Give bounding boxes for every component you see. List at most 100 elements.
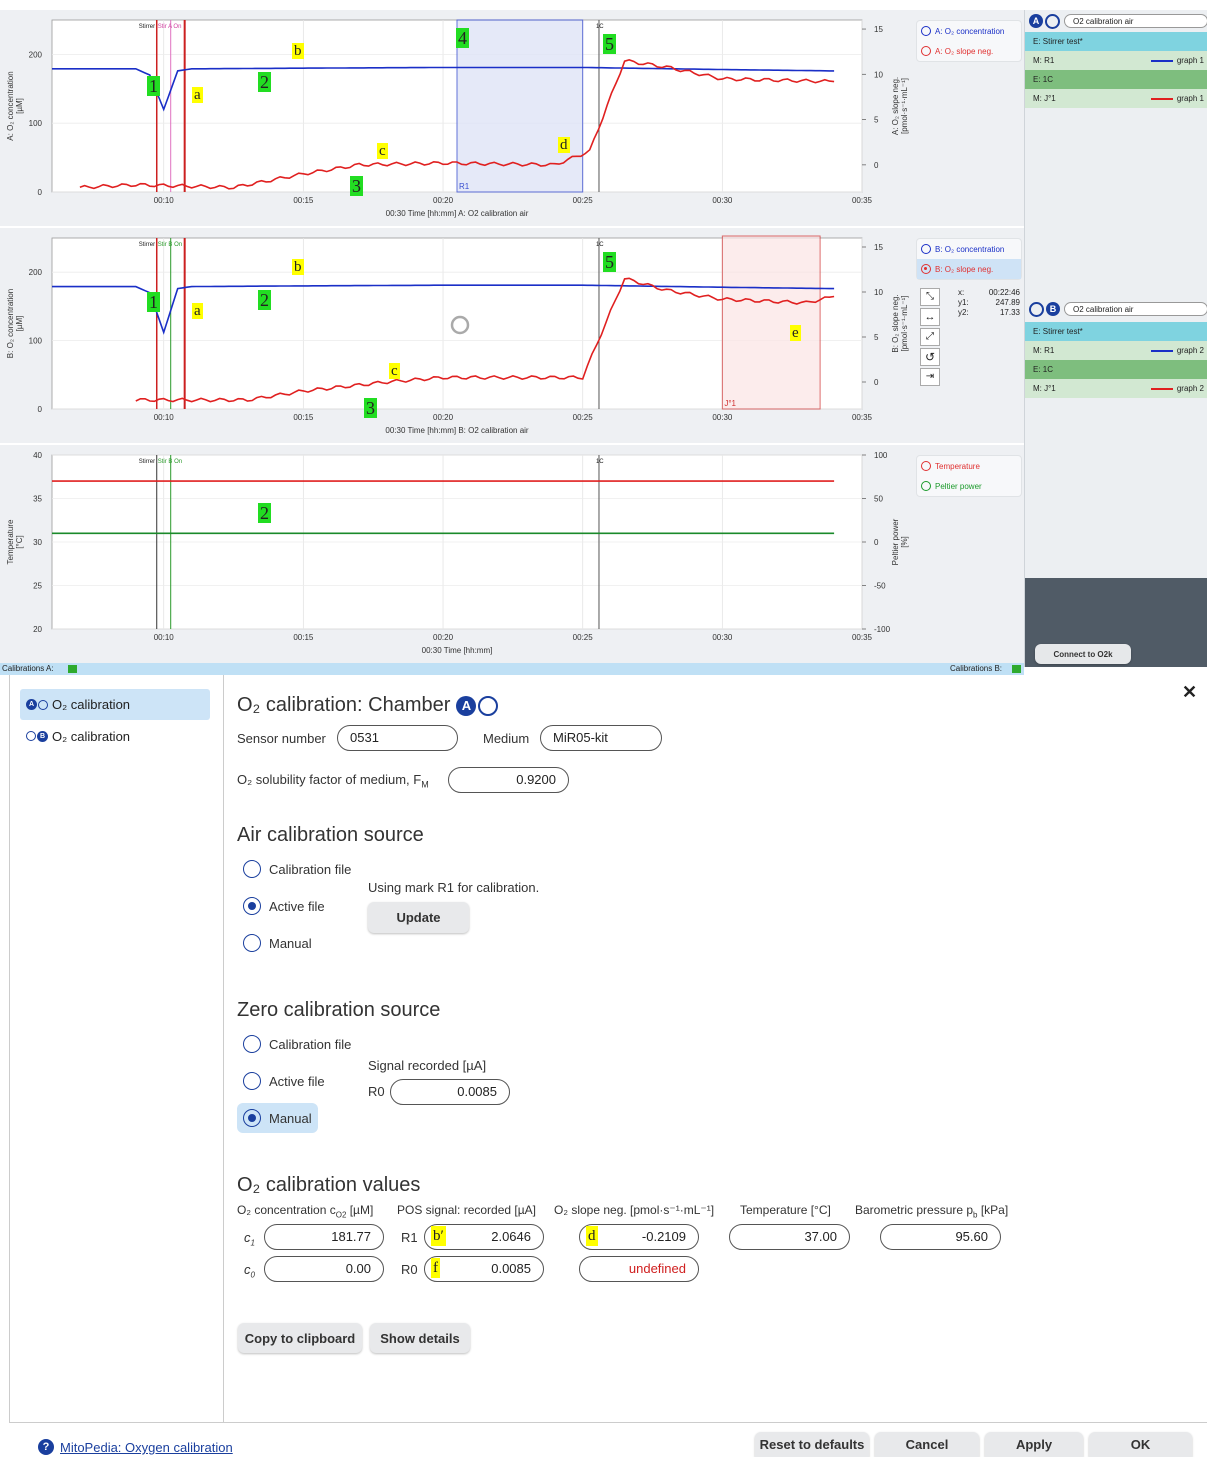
calibrations-b-label: Calibrations B: — [950, 664, 1003, 673]
barometric-field[interactable]: 95.60 — [880, 1224, 1001, 1250]
plot-panel-c[interactable]: 00:10 00:15 00:20 00:25 00:30 00:35 00:30 Time… — [0, 445, 1024, 663]
chamber-b-title-field[interactable]: O2 calibration air — [1064, 302, 1207, 316]
x-tick-label: 00:25 — [573, 633, 594, 642]
y-axis-title-left: Temperature — [6, 519, 15, 564]
x-tick-label: 00:35 — [852, 413, 873, 422]
circle-icon — [921, 481, 931, 491]
ok-button[interactable]: OK — [1089, 1432, 1192, 1457]
r0-field[interactable]: 0.0085 — [390, 1079, 510, 1105]
sensor-number-label: Sensor number — [237, 731, 326, 746]
annotation-f: f — [431, 1258, 440, 1278]
chamber-b-badge-icon: B — [37, 730, 48, 742]
air-option-calibration-file[interactable]: Calibration file — [237, 854, 357, 884]
r0-row-label: R0 — [401, 1262, 418, 1277]
export-icon[interactable]: ⇥ — [920, 368, 940, 386]
slope-c1-field[interactable]: d -0.2109 — [579, 1224, 699, 1250]
x-tick-label: 00:20 — [433, 196, 454, 205]
y-axis-title-left: A: O₂ concentration — [6, 71, 15, 140]
y-tick-label-left: 0 — [38, 405, 43, 414]
mitopedia-link[interactable]: MitoPedia: Oxygen calibration — [60, 1440, 233, 1455]
connect-button[interactable]: Connect to O2k — [1035, 644, 1131, 664]
sensor-number-field[interactable]: 0531 — [337, 725, 458, 751]
radio-icon — [243, 934, 261, 952]
solubility-field[interactable]: 0.9200 — [448, 767, 569, 793]
c1-concentration-field[interactable]: 181.77 — [264, 1224, 384, 1250]
legend-item-a-concentration[interactable]: A: O₂ concentration — [917, 21, 1021, 41]
chart-a[interactable]: 00:10 00:15 00:20 00:25 00:30 00:35 00:30 Time… — [0, 10, 916, 226]
r0-signal-field[interactable]: f 0.0085 — [424, 1256, 544, 1282]
calibration-b-indicator[interactable] — [1012, 665, 1021, 673]
copy-to-clipboard-button[interactable]: Copy to clipboard — [238, 1323, 362, 1353]
apply-button[interactable]: Apply — [985, 1432, 1083, 1457]
mark-list-item[interactable]: M: R1 graph 1 — [1025, 51, 1207, 70]
mark-list-label: M: J°1 — [1033, 94, 1056, 103]
header-temperature: Temperature [°C] — [740, 1203, 831, 1217]
chart-b[interactable]: 00:10 00:15 00:20 00:25 00:30 00:35 00:30 Time… — [0, 228, 916, 443]
mark-j1-label: J°1 — [724, 399, 736, 408]
legend-item-a-slope[interactable]: A: O₂ slope neg. — [917, 41, 1021, 61]
chamber-a-title-field[interactable]: O2 calibration air — [1064, 14, 1207, 28]
r1-signal-field[interactable]: b′ 2.0646 — [424, 1224, 544, 1250]
x-axis-label: 00:30 Time [hh:mm] — [422, 646, 493, 655]
zoom-horizontal-icon[interactable]: ↔ — [920, 308, 940, 326]
mark-list-label: E: 1C — [1033, 365, 1054, 374]
plot-panel-b[interactable]: 00:10 00:15 00:20 00:25 00:30 00:35 00:30 Time… — [0, 228, 1024, 443]
legend-item-peltier[interactable]: Peltier power — [917, 476, 1021, 496]
cancel-button[interactable]: Cancel — [875, 1432, 979, 1457]
connect-area: Connect to O2k — [1025, 578, 1207, 667]
mark-list-item[interactable]: E: Stirrer test* — [1025, 322, 1207, 341]
annotation-d: d — [586, 1226, 598, 1246]
zoom-fit-icon[interactable]: ⤡ — [920, 288, 940, 306]
mark-list-item[interactable]: M: R1 graph 2 — [1025, 341, 1207, 360]
sidebar-item-chamber-b[interactable]: B O₂ calibration — [20, 722, 210, 750]
zoom-in-icon[interactable]: ⤢ — [920, 328, 940, 346]
air-note: Using mark R1 for calibration. — [368, 880, 540, 895]
y-tick-label-right: 10 — [874, 288, 883, 297]
event-label-1c: 1C — [596, 459, 604, 465]
y-tick-label-left: 100 — [29, 337, 43, 346]
close-icon[interactable]: ✕ — [1182, 682, 1197, 703]
temperature-field[interactable]: 37.00 — [729, 1224, 850, 1250]
event-label-stir-on: Stir B On — [158, 459, 182, 465]
medium-field[interactable]: MiR05-kit — [540, 725, 662, 751]
mark-list-item[interactable]: E: 1C — [1025, 360, 1207, 379]
mark-list-item[interactable]: E: 1C — [1025, 70, 1207, 89]
slope-c0-field[interactable]: undefined — [579, 1256, 699, 1282]
y-axis-title-right: Peltier power — [891, 518, 900, 565]
mark-list-item[interactable]: M: J°1 graph 1 — [1025, 89, 1207, 108]
undo-icon[interactable]: ↺ — [920, 348, 940, 366]
mark-list-item[interactable]: M: J°1 graph 2 — [1025, 379, 1207, 398]
annotation-5: 5 — [603, 252, 616, 272]
air-option-active-file[interactable]: Active file — [237, 891, 331, 921]
zero-option-calibration-file[interactable]: Calibration file — [237, 1029, 357, 1059]
annotation-5: 5 — [603, 34, 616, 54]
y-tick-label-right: 50 — [874, 495, 883, 504]
chamber-a-header: A O2 calibration air — [1025, 10, 1207, 32]
legend-item-b-slope[interactable]: B: O₂ slope neg. — [917, 259, 1021, 279]
radio-icon — [243, 860, 261, 878]
chamber-b-header: B O2 calibration air — [1025, 298, 1207, 320]
y-tick-label-right: 0 — [874, 378, 879, 387]
reset-to-defaults-button[interactable]: Reset to defaults — [755, 1432, 869, 1457]
mark-list-label: E: Stirrer test* — [1033, 37, 1083, 46]
sidebar-item-chamber-a[interactable]: A O₂ calibration — [20, 689, 210, 720]
chart-c[interactable]: 00:10 00:15 00:20 00:25 00:30 00:35 00:30 Time… — [0, 445, 916, 663]
update-button[interactable]: Update — [368, 902, 469, 933]
zero-option-active-file[interactable]: Active file — [237, 1066, 331, 1096]
mark-list-label: M: R1 — [1033, 346, 1055, 355]
calibration-a-indicator[interactable] — [68, 665, 77, 673]
event-label-stirrer: Stirrer — [139, 242, 155, 248]
c0-concentration-field[interactable]: 0.00 — [264, 1256, 384, 1282]
y-tick-label-left: 200 — [29, 268, 43, 277]
line-swatch-icon — [1150, 349, 1173, 352]
mark-list-item[interactable]: E: Stirrer test* — [1025, 32, 1207, 51]
c1-label: c1 — [244, 1230, 255, 1248]
show-details-button[interactable]: Show details — [370, 1323, 470, 1353]
annotation-a: a — [192, 303, 203, 319]
zero-option-manual[interactable]: Manual — [237, 1103, 318, 1133]
legend-item-b-concentration[interactable]: B: O₂ concentration — [917, 239, 1021, 259]
plot-panel-a[interactable]: 00:10 00:15 00:20 00:25 00:30 00:35 00:30 Time… — [0, 10, 1024, 226]
air-option-manual[interactable]: Manual — [237, 928, 318, 958]
legend-item-temperature[interactable]: Temperature — [917, 456, 1021, 476]
graph-indicator: graph 2 — [1150, 379, 1204, 398]
